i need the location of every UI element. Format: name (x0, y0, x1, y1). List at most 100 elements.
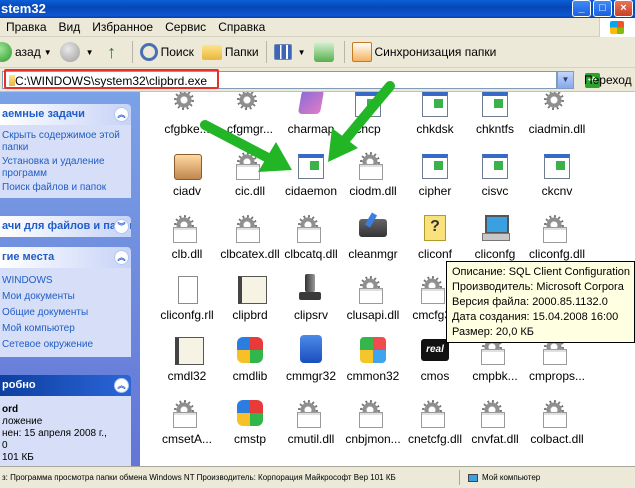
file-item[interactable]: ckcnv (524, 150, 590, 212)
ciadv-icon (170, 150, 204, 182)
file-item[interactable]: cmos (402, 335, 468, 397)
file-item[interactable]: chkntfs (462, 92, 528, 150)
file-item[interactable]: chkdsk (402, 92, 468, 150)
details-header[interactable]: робно ︽ (0, 375, 131, 396)
place-windows[interactable]: WINDOWS (2, 273, 129, 289)
file-item[interactable]: clbcatex.dll (217, 213, 283, 275)
file-item[interactable]: cfgbke... (154, 92, 220, 150)
cleanmgr-icon (356, 213, 390, 245)
file-folder-tasks-header[interactable]: ачи для файлов и папок ︾ (0, 216, 131, 237)
gear-icon (356, 274, 390, 306)
file-item[interactable]: cmmgr32 (278, 335, 344, 397)
back-arrow-icon (0, 42, 12, 62)
console-app-icon (478, 92, 512, 120)
file-item[interactable]: cic.dll (217, 150, 283, 212)
file-item[interactable]: colbact.dll (524, 398, 590, 460)
gear-icon (356, 150, 390, 182)
file-item[interactable]: cnetcfg.dll (402, 398, 468, 460)
gear-icon (170, 398, 204, 430)
address-dropdown-icon[interactable]: ▼ (557, 71, 574, 89)
folders-button[interactable]: Папки (198, 39, 263, 65)
folder-up-icon: ↑ (107, 42, 117, 62)
file-label: ckcnv (541, 184, 573, 198)
file-item[interactable]: chcp (335, 92, 401, 150)
file-item[interactable]: cmutil.dll (278, 398, 344, 460)
gear-icon (478, 398, 512, 430)
hide-contents-link-cont[interactable]: папки (2, 142, 129, 153)
collapse-chevron-icon[interactable]: ︽ (114, 378, 129, 393)
sync-folder-button[interactable]: Синхронизация папки (348, 39, 501, 65)
forward-button[interactable]: ▼ (56, 39, 98, 65)
cmstp-icon (233, 398, 267, 430)
cmdlib-icon (233, 335, 267, 367)
file-item[interactable]: cmstp (217, 398, 283, 460)
file-item[interactable]: cmdl32 (154, 335, 220, 397)
collapse-chevron-icon[interactable]: ︽ (114, 250, 129, 265)
file-item[interactable]: cleanmgr (340, 213, 406, 275)
place-my-computer[interactable]: Мой компьютер (2, 321, 129, 337)
maximize-button[interactable]: □ (593, 0, 612, 17)
file-item[interactable]: cidaemon (278, 150, 344, 212)
minimize-button[interactable]: _ (572, 0, 591, 17)
place-network[interactable]: Сетевое окружение (2, 337, 129, 353)
file-item[interactable]: cmdlib (217, 335, 283, 397)
file-item[interactable]: clipsrv (278, 274, 344, 336)
back-button[interactable]: азад ▼ (0, 39, 56, 65)
go-label-wrap[interactable]: Переход (584, 71, 632, 89)
search-files-link[interactable]: Поиск файлов и папок (2, 182, 129, 193)
computer-icon (478, 213, 512, 245)
menu-view[interactable]: Вид (53, 18, 87, 36)
other-places-header[interactable]: гие места ︽ (0, 247, 131, 268)
file-item[interactable]: cnbjmon... (340, 398, 406, 460)
file-tasks-header[interactable]: аемные задачи ︽ (0, 104, 131, 125)
file-item[interactable]: clipbrd (217, 274, 283, 336)
file-item[interactable]: cnvfat.dll (462, 398, 528, 460)
views-dropdown-icon[interactable]: ▼ (298, 48, 306, 57)
file-info-tooltip: Описание: SQL Client Configuration Произ… (446, 261, 635, 343)
menu-favorites[interactable]: Избранное (86, 18, 159, 36)
hide-contents-link[interactable]: Скрыть содержимое этой (2, 130, 129, 141)
my-computer-icon (468, 473, 478, 482)
expand-chevron-icon[interactable]: ︾ (114, 219, 129, 234)
menu-help[interactable]: Справка (212, 18, 271, 36)
search-button[interactable]: Поиск (136, 39, 198, 65)
tooltip-description: Описание: SQL Client Configuration (452, 266, 630, 278)
file-item[interactable]: clbcatq.dll (278, 213, 344, 275)
tooltip-created: Дата создания: 15.04.2008 16:00 (452, 311, 619, 323)
file-tasks-group: аемные задачи ︽ Скрыть содержимое этой п… (0, 104, 131, 198)
file-item[interactable]: ciodm.dll (340, 150, 406, 212)
place-my-documents[interactable]: Мои документы (2, 289, 129, 305)
up-button[interactable]: ↑ (98, 39, 129, 65)
file-item[interactable]: clusapi.dll (340, 274, 406, 336)
file-label: cmstp (233, 432, 266, 446)
close-button[interactable]: × (614, 0, 633, 17)
place-shared-documents[interactable]: Общие документы (2, 305, 129, 321)
menu-edit[interactable]: Правка (0, 18, 53, 36)
add-remove-programs-link[interactable]: Установка и удаление (2, 156, 129, 167)
file-item[interactable]: cfgmgr... (217, 92, 283, 150)
go-label: Переход (584, 73, 632, 87)
file-tasks-title: аемные задачи (2, 108, 85, 120)
views-button[interactable]: ▼ (270, 39, 310, 65)
cmmon32-icon (356, 335, 390, 367)
file-item[interactable]: cmmon32 (340, 335, 406, 397)
details-modified: нен: 15 апреля 2008 г., (2, 428, 107, 439)
help-file-icon (418, 213, 452, 245)
refresh-button[interactable] (310, 39, 341, 65)
file-item[interactable]: cmsetA... (154, 398, 220, 460)
file-item[interactable]: ciadv (154, 150, 220, 212)
address-bar: C:\WINDOWS\system32\clipbrd.exe ▼ ➜ Пере… (0, 68, 635, 92)
add-remove-programs-link-cont[interactable]: программ (2, 168, 129, 179)
file-item[interactable]: cmpbk... (462, 335, 528, 397)
file-item[interactable]: ciadmin.dll (524, 92, 590, 150)
file-item[interactable]: cipher (402, 150, 468, 212)
forward-dropdown-icon[interactable]: ▼ (86, 48, 94, 57)
file-item[interactable]: cliconfg.rll (154, 274, 220, 336)
file-item[interactable]: cisvc (462, 150, 528, 212)
file-item[interactable]: clb.dll (154, 213, 220, 275)
back-dropdown-icon[interactable]: ▼ (44, 48, 52, 57)
file-item[interactable]: cmprops... (524, 335, 590, 397)
menu-tools[interactable]: Сервис (159, 18, 212, 36)
collapse-chevron-icon[interactable]: ︽ (114, 107, 129, 122)
status-text: з: Программа просмотра папки обмена Wind… (2, 470, 460, 485)
